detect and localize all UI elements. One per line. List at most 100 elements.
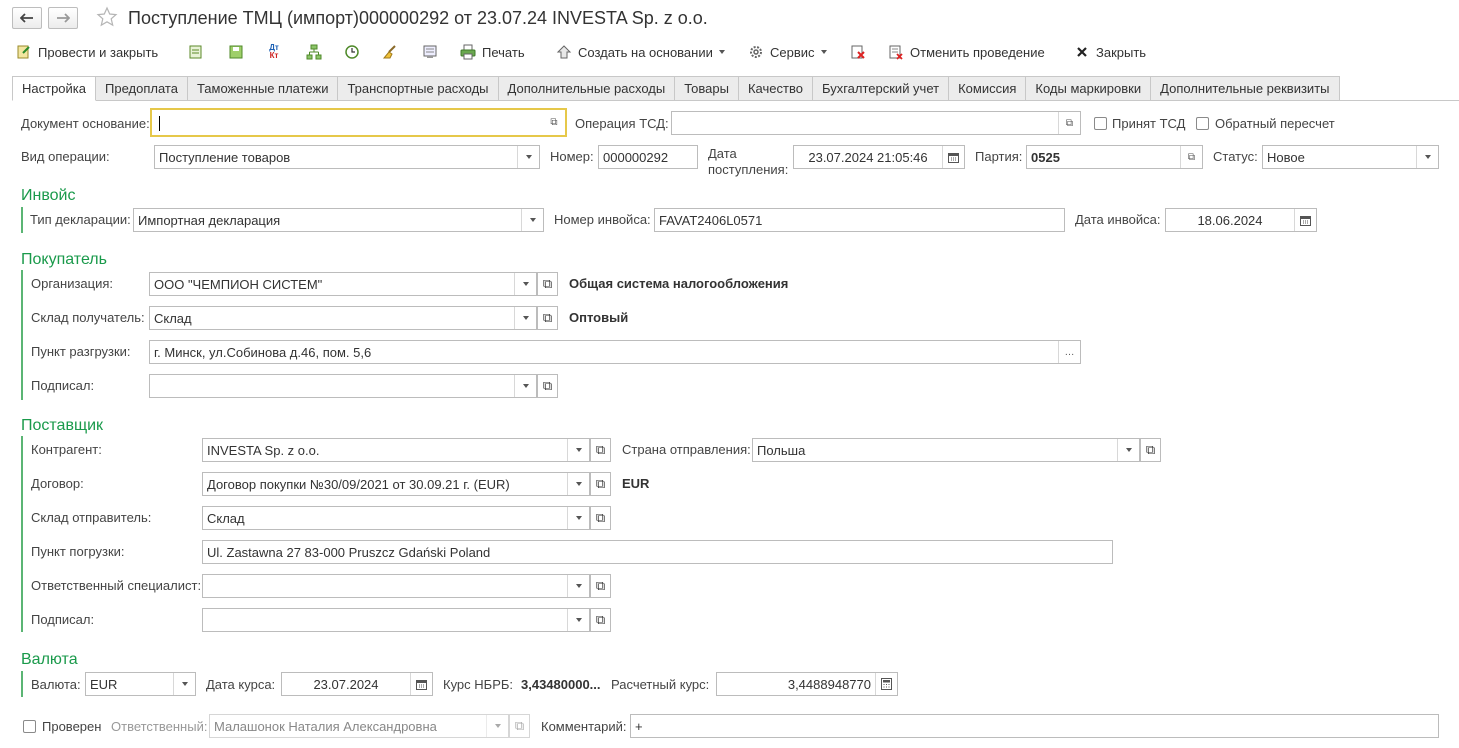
- dropdown-icon[interactable]: [521, 209, 543, 231]
- tab-additional-costs[interactable]: Дополнительные расходы: [498, 76, 676, 101]
- close-button[interactable]: Закрыть: [1074, 42, 1146, 62]
- dropdown-icon[interactable]: [567, 575, 589, 597]
- invoice-number-field[interactable]: FAVAT2406L0571: [654, 208, 1065, 232]
- fill-button[interactable]: [382, 42, 398, 62]
- contract-open-button[interactable]: ⧉: [590, 472, 611, 496]
- tab-additional-attributes[interactable]: Дополнительные реквизиты: [1151, 76, 1340, 101]
- contract-select[interactable]: Договор покупки №30/09/2021 от 30.09.21 …: [202, 472, 590, 496]
- currency-label: Валюта:: [31, 677, 81, 692]
- dropdown-icon[interactable]: [517, 146, 539, 168]
- currency-select[interactable]: EUR: [85, 672, 196, 696]
- create-based-on-button[interactable]: Создать на основании: [556, 42, 725, 62]
- service-button[interactable]: Сервис: [748, 42, 827, 62]
- doc-basis-field[interactable]: ⧉: [150, 108, 567, 137]
- unloading-point-field[interactable]: г. Минск, ул.Собинова д.46, пом. 5,6 …: [149, 340, 1081, 364]
- history-button[interactable]: [344, 42, 360, 62]
- checked-checkbox[interactable]: [23, 720, 36, 733]
- dropdown-icon[interactable]: [514, 273, 536, 295]
- print-preview-button[interactable]: [422, 42, 438, 62]
- number-field[interactable]: 000000292: [598, 145, 698, 169]
- recipient-warehouse-open-button[interactable]: ⧉: [537, 306, 558, 330]
- receipt-date-field[interactable]: 23.07.2024 21:05:46: [793, 145, 965, 169]
- tab-goods[interactable]: Товары: [675, 76, 739, 101]
- tab-commission[interactable]: Комиссия: [949, 76, 1027, 101]
- back-button[interactable]: [12, 7, 42, 29]
- sender-warehouse-select[interactable]: Склад: [202, 506, 590, 530]
- post-button[interactable]: [188, 42, 204, 62]
- save-button[interactable]: [228, 42, 244, 62]
- responsible-specialist-open-button[interactable]: ⧉: [590, 574, 611, 598]
- departure-country-open-button[interactable]: ⧉: [1140, 438, 1161, 462]
- tsd-operation-field[interactable]: ⧉: [671, 111, 1081, 135]
- rate-date-field[interactable]: 23.07.2024: [281, 672, 433, 696]
- forward-button[interactable]: [48, 7, 78, 29]
- tab-settings[interactable]: Настройка: [12, 76, 96, 101]
- dropdown-caret-icon: [718, 50, 725, 54]
- open-icon[interactable]: ⧉: [543, 110, 565, 135]
- responsible-value: Малашонок Наталия Александровна: [214, 718, 437, 734]
- invoice-date-field[interactable]: 18.06.2024: [1165, 208, 1317, 232]
- tab-accounting[interactable]: Бухгалтерский учет: [812, 76, 950, 101]
- recipient-warehouse-select[interactable]: Склад: [149, 306, 537, 330]
- reverse-recalc-checkbox[interactable]: [1196, 117, 1209, 130]
- declaration-type-select[interactable]: Импортная декларация: [133, 208, 544, 232]
- dropdown-caret-icon: [820, 50, 827, 54]
- dropdown-icon[interactable]: [567, 473, 589, 495]
- sender-warehouse-open-button[interactable]: ⧉: [590, 506, 611, 530]
- dt-kt-button[interactable]: Дт Кт: [266, 42, 282, 62]
- buyer-signed-select[interactable]: [149, 374, 537, 398]
- dropdown-icon[interactable]: [567, 609, 589, 631]
- comment-value: +: [635, 718, 643, 734]
- favorite-star-icon[interactable]: [96, 6, 118, 31]
- status-select[interactable]: Новое: [1262, 145, 1439, 169]
- responsible-specialist-select[interactable]: [202, 574, 590, 598]
- counterparty-select[interactable]: INVESTA Sp. z o.o.: [202, 438, 590, 462]
- more-icon[interactable]: …: [1058, 341, 1080, 363]
- dropdown-icon[interactable]: [514, 375, 536, 397]
- calendar-icon[interactable]: [1294, 209, 1316, 231]
- calculator-icon[interactable]: [875, 673, 897, 695]
- supplier-signed-open-button[interactable]: ⧉: [590, 608, 611, 632]
- dropdown-icon[interactable]: [173, 673, 195, 695]
- batch-field[interactable]: 0525 ⧉: [1026, 145, 1203, 169]
- calc-rate-field[interactable]: 3,4488948770: [716, 672, 898, 696]
- loading-point-field[interactable]: Ul. Zastawna 27 83-000 Pruszcz Gdański P…: [202, 540, 1113, 564]
- departure-country-select[interactable]: Польша: [752, 438, 1140, 462]
- cancel-posting-button[interactable]: Отменить проведение: [888, 42, 1045, 62]
- dropdown-icon[interactable]: [1416, 146, 1438, 168]
- tab-prepayment[interactable]: Предоплата: [96, 76, 188, 101]
- buyer-signed-open-button[interactable]: ⧉: [537, 374, 558, 398]
- dropdown-icon: [486, 715, 508, 737]
- invoice-section-title: Инвойс: [21, 187, 76, 204]
- open-icon[interactable]: ⧉: [1180, 146, 1202, 168]
- number-value: 000000292: [603, 149, 669, 165]
- comment-field[interactable]: +: [630, 714, 1439, 738]
- supplier-signed-select[interactable]: [202, 608, 590, 632]
- tab-customs-payments[interactable]: Таможенные платежи: [187, 76, 339, 101]
- calendar-icon[interactable]: [942, 146, 964, 168]
- calendar-icon[interactable]: [410, 673, 432, 695]
- responsible-label: Ответственный:: [111, 719, 208, 734]
- tax-system-text: Общая система налогообложения: [569, 276, 789, 291]
- organization-open-button[interactable]: ⧉: [537, 272, 558, 296]
- accepted-tsd-checkbox[interactable]: [1094, 117, 1107, 130]
- cancel-posting-icon: [888, 44, 904, 60]
- supplier-section-title: Поставщик: [21, 417, 104, 434]
- tab-transport-costs[interactable]: Транспортные расходы: [338, 76, 499, 101]
- dropdown-icon[interactable]: [567, 439, 589, 461]
- tab-marking-codes[interactable]: Коды маркировки: [1026, 76, 1152, 101]
- organization-select[interactable]: ООО "ЧЕМПИОН СИСТЕМ": [149, 272, 537, 296]
- delete-mark-button[interactable]: [850, 42, 866, 62]
- dropdown-icon[interactable]: [567, 507, 589, 529]
- counterparty-open-button[interactable]: ⧉: [590, 438, 611, 462]
- create-based-on-label: Создать на основании: [578, 44, 713, 60]
- post-and-close-button[interactable]: Провести и закрыть: [16, 42, 158, 62]
- tab-bar: Настройка Предоплата Таможенные платежи …: [12, 76, 1340, 101]
- tab-quality[interactable]: Качество: [738, 76, 813, 101]
- structure-button[interactable]: [306, 42, 322, 62]
- operation-type-select[interactable]: Поступление товаров: [154, 145, 540, 169]
- dropdown-icon[interactable]: [514, 307, 536, 329]
- open-icon[interactable]: ⧉: [1058, 112, 1080, 134]
- print-button[interactable]: Печать: [460, 42, 525, 62]
- dropdown-icon[interactable]: [1117, 439, 1139, 461]
